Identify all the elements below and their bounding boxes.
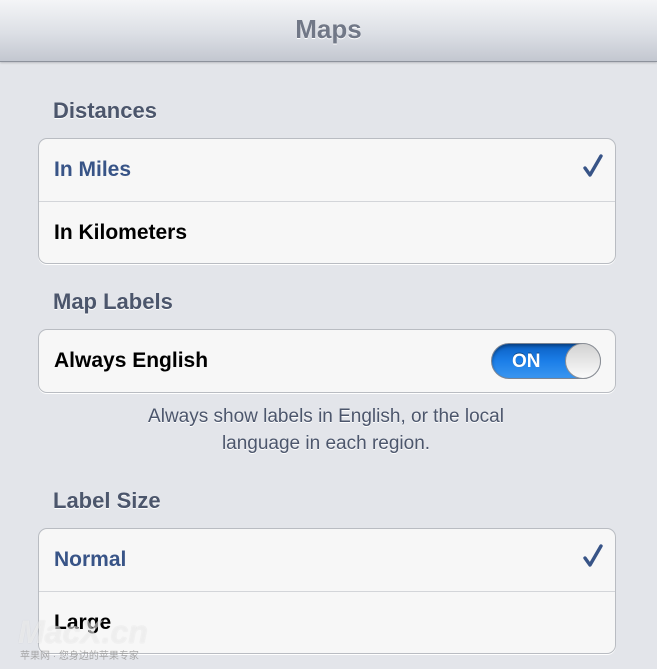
footer-note-line-2: language in each region. [221,433,431,454]
watermark-logo: MacX.cn [18,614,148,650]
footer-note-line-1: Always show labels in English, or the lo… [148,406,504,427]
always-english-label: Always English [54,349,209,372]
option-in-kilometers[interactable]: In Kilometers [39,201,615,263]
option-normal[interactable]: Normal [39,529,615,591]
checkmark-icon [583,154,603,177]
watermark-tagline: 苹果网 · 您身边的苹果专家 [20,651,139,662]
map-labels-group: Always English ON [38,329,616,393]
map-labels-footer-note: Always show labels in English, or the lo… [38,403,614,457]
option-label: In Miles [54,158,132,181]
page-title: Maps [295,14,362,44]
checkmark-icon [583,544,603,567]
section-header-distances: Distances [53,98,157,123]
always-english-row: Always English ON [39,330,615,392]
section-header-map-labels: Map Labels [53,289,173,314]
watermark: MacX.cn 苹果网 · 您身边的苹果专家 [18,614,158,664]
section-header-label-size: Label Size [53,488,161,513]
toggle-knob[interactable] [565,343,601,379]
distances-group: In Miles In Kilometers [38,138,616,264]
navigation-bar: Maps [0,0,657,62]
toggle-state-label: ON [512,351,541,372]
option-label: Normal [54,548,127,571]
option-in-miles[interactable]: In Miles [39,139,615,201]
option-label: In Kilometers [54,221,188,244]
always-english-toggle[interactable]: ON [491,343,601,379]
